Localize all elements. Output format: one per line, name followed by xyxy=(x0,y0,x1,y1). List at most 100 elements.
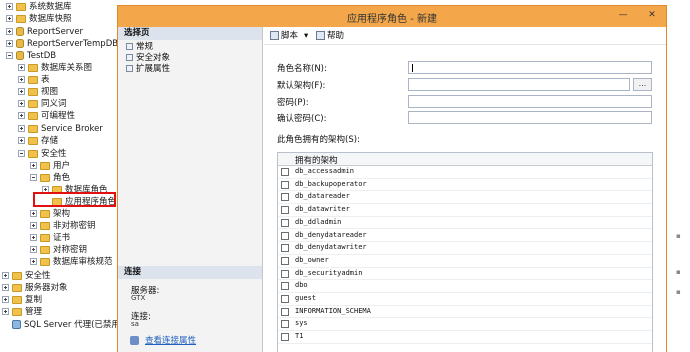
schema-checkbox[interactable] xyxy=(281,206,289,215)
tree-node[interactable]: 非对称密钥 xyxy=(30,220,96,232)
expand-icon[interactable] xyxy=(2,284,9,291)
tree-node[interactable]: 存储 xyxy=(18,135,58,147)
expand-icon[interactable] xyxy=(18,137,25,144)
schema-checkbox[interactable] xyxy=(281,168,289,176)
expand-icon[interactable] xyxy=(30,234,37,241)
tree-node[interactable]: 用户 xyxy=(30,160,70,172)
tree-node[interactable]: 证书 xyxy=(30,232,70,244)
tree-node[interactable]: 可编程性 xyxy=(18,110,75,122)
connection-value: sa xyxy=(131,320,139,328)
tree-node[interactable]: ReportServer xyxy=(6,26,83,38)
expand-icon[interactable] xyxy=(6,3,13,10)
expand-icon[interactable] xyxy=(6,40,13,47)
page-securables[interactable]: 安全对象 xyxy=(126,53,170,64)
schema-checkbox[interactable] xyxy=(281,333,289,342)
tree-node[interactable]: ReportServerTempDB xyxy=(6,38,118,50)
collapse-icon[interactable] xyxy=(30,174,37,181)
tree-node[interactable]: 管理 xyxy=(2,306,42,318)
tree-node[interactable]: 数据库关系图 xyxy=(18,62,92,74)
schema-row[interactable]: db_securityadmin xyxy=(278,268,652,281)
schema-checkbox[interactable] xyxy=(281,180,289,189)
expand-icon[interactable] xyxy=(18,64,25,71)
collapse-icon[interactable] xyxy=(18,150,25,157)
expand-icon[interactable] xyxy=(2,296,9,303)
schema-row[interactable]: db_ddladmin xyxy=(278,217,652,230)
schema-checkbox[interactable] xyxy=(281,320,289,329)
schema-checkbox[interactable] xyxy=(281,295,289,303)
schema-name: db_owner xyxy=(295,255,329,264)
schema-row[interactable]: db_denydatareader xyxy=(278,230,652,243)
tree-node[interactable]: 表 xyxy=(18,74,50,86)
tree-node[interactable]: TestDB xyxy=(6,50,56,62)
expand-icon[interactable] xyxy=(30,210,37,217)
expand-icon[interactable] xyxy=(6,28,13,35)
tree-node[interactable]: SQL Server 代理(已禁用代理 ) xyxy=(2,319,125,331)
view-connection-properties-link[interactable]: 查看连接属性 xyxy=(130,334,196,346)
expand-icon[interactable] xyxy=(30,246,37,253)
tree-node[interactable]: 对称密钥 xyxy=(30,244,87,256)
tree-node[interactable]: 视图 xyxy=(18,86,58,98)
browse-schema-button[interactable]: ... xyxy=(633,78,652,91)
page-extended-properties[interactable]: 扩展属性 xyxy=(126,64,170,75)
folder-icon xyxy=(40,257,50,266)
default-schema-input[interactable] xyxy=(408,78,630,91)
schema-row[interactable]: dbo xyxy=(278,280,652,293)
tree-node[interactable]: 系统数据库 xyxy=(6,1,72,13)
schema-row[interactable]: db_backupoperator xyxy=(278,179,652,192)
tree-node[interactable]: 数据库快照 xyxy=(6,13,72,25)
expand-icon[interactable] xyxy=(18,125,25,132)
schema-checkbox[interactable] xyxy=(281,193,289,202)
tree-node[interactable]: Service Broker xyxy=(18,123,103,135)
tree-node[interactable]: 架构 xyxy=(30,208,70,220)
schema-row[interactable]: T1 xyxy=(278,331,652,344)
expand-icon[interactable] xyxy=(30,258,37,265)
confirm-password-input[interactable] xyxy=(408,111,652,124)
expand-icon[interactable] xyxy=(18,76,25,83)
schema-checkbox[interactable] xyxy=(281,244,289,253)
tree-node[interactable]: 角色 xyxy=(30,172,70,184)
schema-row[interactable]: db_datareader xyxy=(278,191,652,205)
close-button[interactable]: ✕ xyxy=(642,8,662,22)
expand-icon[interactable] xyxy=(30,222,37,229)
schema-row[interactable]: db_datawriter xyxy=(278,204,652,217)
schema-row[interactable]: guest xyxy=(278,293,652,306)
schema-checkbox[interactable] xyxy=(281,256,289,265)
expand-icon[interactable] xyxy=(2,308,9,315)
owned-schema-column-header[interactable]: 拥有的架构 xyxy=(295,154,338,166)
schema-row[interactable]: INFORMATION_SCHEMA xyxy=(278,306,652,319)
minimize-button[interactable]: — xyxy=(614,8,632,22)
tree-node[interactable]: 服务器对象 xyxy=(2,282,68,294)
tree-node[interactable]: 安全性 xyxy=(18,148,67,160)
schema-row[interactable]: db_denydatawriter xyxy=(278,242,652,255)
tree-node[interactable]: 同义词 xyxy=(18,98,67,110)
tree-node[interactable]: 复制 xyxy=(2,294,42,306)
collapse-icon[interactable] xyxy=(6,52,13,59)
role-name-input[interactable] xyxy=(408,61,652,74)
tree-node[interactable]: 安全性 xyxy=(2,270,51,282)
schema-checkbox[interactable] xyxy=(281,269,289,278)
schema-row[interactable]: sys xyxy=(278,318,652,332)
expand-icon[interactable] xyxy=(18,100,25,107)
expand-icon[interactable] xyxy=(6,15,13,22)
script-dropdown-arrow[interactable]: ▾ xyxy=(304,30,308,42)
expand-icon[interactable] xyxy=(2,272,9,279)
tree-node-label: 数据库审核规范 xyxy=(53,257,113,267)
schema-row[interactable]: db_accessadmin xyxy=(278,166,652,179)
dialog-title: 应用程序角色 - 新建 xyxy=(347,14,437,25)
schema-checkbox[interactable] xyxy=(281,231,289,240)
dialog-titlebar[interactable]: 应用程序角色 - 新建 — ✕ xyxy=(118,6,666,27)
help-button[interactable]: 帮助 xyxy=(316,30,344,42)
password-input[interactable] xyxy=(408,95,652,108)
schema-checkbox[interactable] xyxy=(281,282,289,291)
tree-node-label: 表 xyxy=(41,75,50,85)
expand-icon[interactable] xyxy=(18,88,25,95)
expand-icon[interactable] xyxy=(18,112,25,119)
page-general[interactable]: 常规 xyxy=(126,42,153,53)
schema-row[interactable]: db_owner xyxy=(278,255,652,268)
expand-icon[interactable] xyxy=(30,162,37,169)
script-button[interactable]: 脚本 xyxy=(270,30,298,42)
schema-checkbox[interactable] xyxy=(281,307,289,316)
tree-node[interactable]: 数据库审核规范 xyxy=(30,256,113,268)
schema-checkbox[interactable] xyxy=(281,218,289,227)
select-page-header: 选择页 xyxy=(118,27,262,40)
